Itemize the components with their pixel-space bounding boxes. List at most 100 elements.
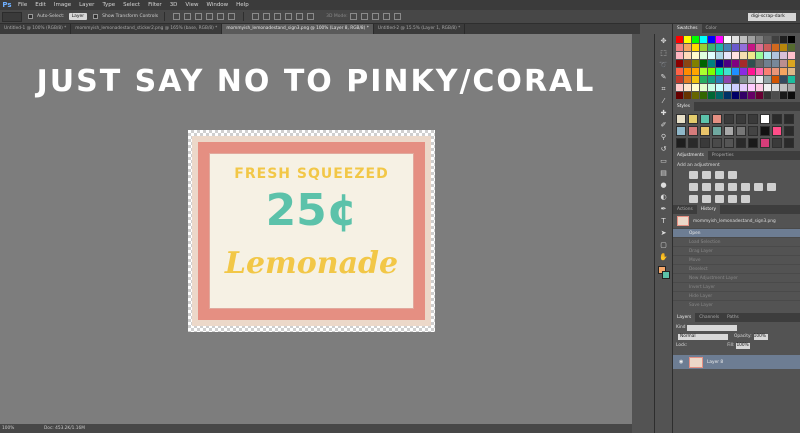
align-middle-icon[interactable]	[184, 13, 192, 20]
style-preset[interactable]	[784, 114, 794, 124]
color-swatch[interactable]	[732, 76, 739, 83]
color-swatch[interactable]	[676, 36, 683, 43]
color-swatch[interactable]	[772, 76, 779, 83]
color-swatch[interactable]	[772, 52, 779, 59]
color-swatch[interactable]	[724, 36, 731, 43]
style-preset[interactable]	[760, 114, 770, 124]
layer-row[interactable]: ◉ Layer 8	[673, 355, 800, 369]
color-swatch[interactable]	[732, 84, 739, 91]
color-swatch[interactable]	[700, 68, 707, 75]
opacity-field[interactable]: 100%	[753, 333, 768, 340]
document-size[interactable]: Doc: 453.2K/1.16M	[44, 426, 85, 431]
color-swatch[interactable]	[780, 44, 787, 51]
style-preset[interactable]	[784, 126, 794, 136]
tool-preset-picker[interactable]	[2, 11, 22, 22]
color-swatch[interactable]	[756, 76, 763, 83]
style-preset[interactable]	[724, 138, 734, 148]
color-swatch[interactable]	[692, 44, 699, 51]
align-right-icon[interactable]	[228, 13, 236, 20]
distribute-bottom-icon[interactable]	[274, 13, 282, 20]
photo-filter-icon[interactable]	[741, 183, 750, 191]
black-white-icon[interactable]	[728, 183, 737, 191]
color-swatch[interactable]	[772, 44, 779, 51]
history-snapshot[interactable]: mommyish_lemonadestand_sign3.png	[673, 214, 800, 228]
eyedropper-tool-icon[interactable]: ⁄	[659, 96, 669, 106]
color-swatch[interactable]	[700, 84, 707, 91]
threshold-icon[interactable]	[715, 195, 724, 203]
color-swatch[interactable]	[724, 84, 731, 91]
align-top-icon[interactable]	[173, 13, 181, 20]
eraser-tool-icon[interactable]: ▭	[659, 156, 669, 166]
color-swatch[interactable]	[716, 36, 723, 43]
style-preset[interactable]	[772, 126, 782, 136]
3d-orbit-icon[interactable]	[349, 13, 357, 20]
color-swatch[interactable]	[780, 68, 787, 75]
distribute-left-icon[interactable]	[285, 13, 293, 20]
invert-icon[interactable]	[689, 195, 698, 203]
color-swatch[interactable]	[780, 60, 787, 67]
color-swatch[interactable]	[684, 92, 691, 99]
menu-edit[interactable]: Edit	[31, 0, 50, 10]
color-swatch[interactable]	[740, 92, 747, 99]
style-preset[interactable]	[700, 126, 710, 136]
blur-tool-icon[interactable]: ●	[659, 180, 669, 190]
color-swatch[interactable]	[724, 92, 731, 99]
color-swatch[interactable]	[724, 52, 731, 59]
color-swatch[interactable]	[780, 84, 787, 91]
tab-paths[interactable]: Paths	[723, 313, 743, 322]
style-preset[interactable]	[736, 138, 746, 148]
gradient-tool-icon[interactable]: ▤	[659, 168, 669, 178]
color-swatch[interactable]	[724, 76, 731, 83]
color-swatch[interactable]	[716, 84, 723, 91]
color-swatch[interactable]	[780, 52, 787, 59]
blend-mode-select[interactable]: Normal	[678, 333, 728, 340]
style-preset[interactable]	[784, 138, 794, 148]
history-state[interactable]: Open	[673, 228, 800, 237]
color-swatch[interactable]	[692, 76, 699, 83]
color-swatch[interactable]	[724, 60, 731, 67]
color-swatch[interactable]	[708, 68, 715, 75]
tab-history[interactable]: History	[696, 205, 720, 214]
levels-icon[interactable]	[702, 171, 711, 179]
color-swatch[interactable]	[692, 52, 699, 59]
color-swatch[interactable]	[772, 60, 779, 67]
menu-filter[interactable]: Filter	[144, 0, 166, 10]
3d-pan-icon[interactable]	[371, 13, 379, 20]
color-swatch[interactable]	[788, 60, 795, 67]
color-swatch[interactable]	[692, 92, 699, 99]
color-swatch[interactable]	[700, 36, 707, 43]
color-swatch[interactable]	[724, 44, 731, 51]
auto-select-checkbox[interactable]	[28, 14, 33, 19]
color-swatch[interactable]	[748, 44, 755, 51]
crop-tool-icon[interactable]: ⌗	[659, 84, 669, 94]
color-swatch[interactable]	[716, 76, 723, 83]
color-swatch[interactable]	[788, 36, 795, 43]
color-swatch[interactable]	[708, 44, 715, 51]
menu-3d[interactable]: 3D	[166, 0, 182, 10]
color-swatch[interactable]	[788, 76, 795, 83]
3d-slide-icon[interactable]	[382, 13, 390, 20]
color-swatch[interactable]	[772, 36, 779, 43]
zoom-level[interactable]: 100%	[0, 426, 20, 431]
color-swatch[interactable]	[716, 52, 723, 59]
menu-type[interactable]: Type	[98, 0, 119, 10]
layer-name[interactable]: Layer 8	[707, 360, 723, 365]
style-preset[interactable]	[760, 126, 770, 136]
color-swatch[interactable]	[716, 92, 723, 99]
color-swatch[interactable]	[676, 44, 683, 51]
color-swatch[interactable]	[748, 60, 755, 67]
color-swatch[interactable]	[764, 76, 771, 83]
align-center-icon[interactable]	[217, 13, 225, 20]
color-swatch[interactable]	[684, 84, 691, 91]
color-swatch[interactable]	[684, 68, 691, 75]
color-swatch[interactable]	[740, 44, 747, 51]
tab-channels[interactable]: Channels	[695, 313, 723, 322]
selective-color-icon[interactable]	[741, 195, 750, 203]
canvas-area[interactable]: JUST SAY NO TO PINKY/CORAL FRESH SQUEEZE…	[0, 34, 632, 424]
color-swatch[interactable]	[764, 60, 771, 67]
color-swatch[interactable]	[732, 68, 739, 75]
color-swatch[interactable]	[684, 76, 691, 83]
color-swatch[interactable]	[676, 84, 683, 91]
move-tool-icon[interactable]: ✥	[659, 36, 669, 46]
tab-properties[interactable]: Properties	[708, 151, 738, 160]
